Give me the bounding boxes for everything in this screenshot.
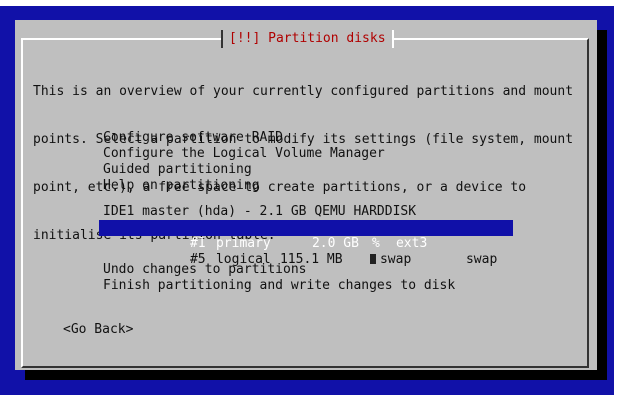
screen-right-edge (614, 0, 621, 395)
menu-item-configure-raid[interactable]: Configure software RAID (103, 130, 516, 146)
partition-row-5[interactable]: #5 logical 115.1 MB swap swap (103, 236, 516, 267)
disk-row[interactable]: IDE1 master (hda) - 2.1 GB QEMU HARDDISK (103, 204, 516, 220)
screen-top-edge (0, 0, 621, 6)
menu-item-finish-partitioning[interactable]: Finish partitioning and write changes to… (103, 278, 516, 294)
partition-dialog: [!!] Partition disks This is an overview… (15, 20, 597, 370)
menu-item-guided-partitioning[interactable]: Guided partitioning (103, 162, 516, 178)
menu-item-undo-changes[interactable]: Undo changes to partitions (103, 262, 516, 278)
menu-item-configure-lvm[interactable]: Configure the Logical Volume Manager (103, 146, 516, 162)
menu-item-help-partitioning[interactable]: Help on partitioning (103, 178, 516, 194)
partition-row-1[interactable]: #1 primary 2.0 GB% ext3 (99, 220, 513, 251)
go-back-button[interactable]: <Go Back> (63, 322, 133, 337)
dialog-title: [!!] Partition disks (221, 30, 394, 48)
intro-line: This is an overview of your currently co… (33, 84, 574, 99)
partition-menu: Configure software RAID Configure the Lo… (99, 130, 516, 294)
